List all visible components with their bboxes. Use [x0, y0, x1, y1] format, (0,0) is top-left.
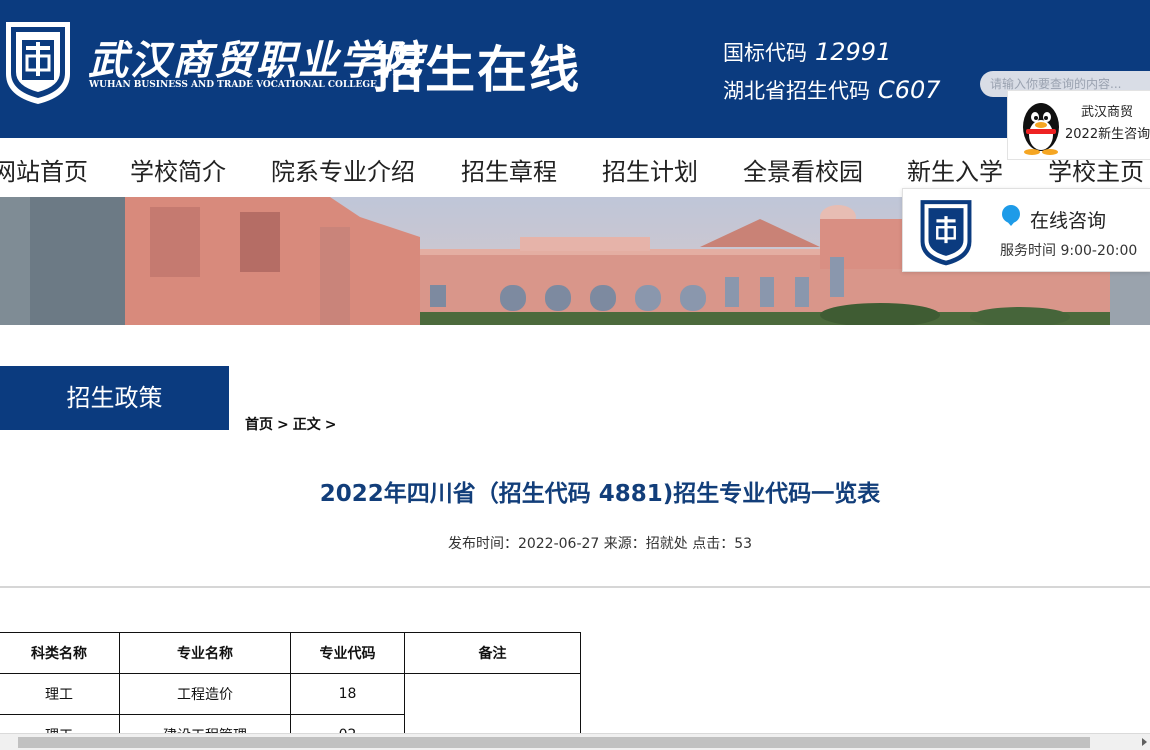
- divider: [0, 586, 1150, 588]
- nav-item-freshmen[interactable]: 新生入学: [907, 152, 1003, 187]
- nav-item-charter[interactable]: 招生章程: [461, 152, 557, 187]
- admission-codes: 国标代码 12991 湖北省招生代码 C607: [723, 34, 941, 110]
- site-header: 武汉商贸职业学院 WUHAN BUSINESS AND TRADE VOCATI…: [0, 0, 1150, 138]
- hubei-code: 湖北省招生代码 C607: [723, 72, 941, 110]
- scroll-right-arrow-icon[interactable]: [1142, 738, 1147, 746]
- qq-penguin-icon[interactable]: [1018, 99, 1064, 155]
- hubei-code-value: C607: [878, 76, 941, 104]
- breadcrumb-separator: >: [324, 417, 337, 433]
- table-row: 理工 工程造价 18: [0, 673, 581, 750]
- table-header-category: 科类名称: [0, 632, 120, 674]
- national-code: 国标代码 12991: [723, 34, 941, 72]
- qq-label[interactable]: 武汉商贸: [1081, 101, 1133, 120]
- table-cell-code: 18: [290, 673, 405, 715]
- chat-bubble-icon: [1002, 205, 1020, 226]
- national-code-label: 国标代码: [723, 41, 807, 65]
- breadcrumb-home[interactable]: 首页: [245, 417, 273, 433]
- nav-item-home[interactable]: 网站首页: [0, 152, 88, 187]
- hubei-code-label: 湖北省招生代码: [723, 79, 870, 103]
- site-title: 招生在线: [373, 41, 581, 99]
- nav-item-plan[interactable]: 招生计划: [602, 152, 698, 187]
- breadcrumb: 首页 > 正文 >: [245, 414, 340, 434]
- nav-item-about[interactable]: 学校简介: [130, 152, 226, 187]
- table-header-major: 专业名称: [119, 632, 291, 674]
- table-cell-category: 理工: [0, 673, 120, 715]
- college-name-en[interactable]: WUHAN BUSINESS AND TRADE VOCATIONAL COLL…: [89, 80, 377, 90]
- horizontal-scrollbar[interactable]: [0, 733, 1150, 750]
- college-emblem-icon: [920, 200, 972, 266]
- table-cell-major: 工程造价: [119, 673, 291, 715]
- section-tab[interactable]: 招生政策: [0, 366, 229, 430]
- table-header-code: 专业代码: [290, 632, 405, 674]
- qq-sublabel[interactable]: 2022新生咨询: [1065, 123, 1150, 142]
- table-header-row: 科类名称 专业名称 专业代码 备注: [0, 632, 581, 674]
- article-title: 2022年四川省（招生代码 4881)招生专业代码一览表: [319, 481, 881, 507]
- nav-item-departments[interactable]: 院系专业介绍: [271, 152, 415, 187]
- college-emblem-icon[interactable]: [2, 18, 74, 106]
- consult-hours: 服务时间 9:00-20:00: [1000, 243, 1138, 259]
- qq-chat-widget[interactable]: 武汉商贸 2022新生咨询: [1007, 90, 1150, 160]
- consult-title[interactable]: 在线咨询: [1030, 206, 1106, 233]
- scrollbar-thumb[interactable]: [18, 737, 1090, 748]
- breadcrumb-separator: >: [277, 417, 289, 433]
- online-consult-card[interactable]: 在线咨询 服务时间 9:00-20:00: [902, 188, 1150, 272]
- nav-item-panorama[interactable]: 全景看校园: [743, 152, 863, 187]
- breadcrumb-current[interactable]: 正文: [293, 417, 321, 433]
- national-code-value: 12991: [815, 38, 892, 66]
- table-header-remark: 备注: [404, 632, 581, 674]
- article-meta: 发布时间：2022-06-27 来源：招就处 点击：53: [447, 536, 753, 552]
